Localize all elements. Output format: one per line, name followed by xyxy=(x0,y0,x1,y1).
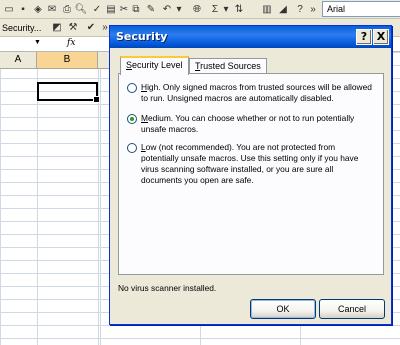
undo-icon[interactable]: ↶ xyxy=(160,2,174,17)
help-icon[interactable]: ? xyxy=(293,2,307,17)
security-toolbar-button[interactable]: Security... xyxy=(0,20,41,36)
hyperlink-icon[interactable]: 🌐︎ xyxy=(190,2,204,17)
research-icon[interactable]: ▤ xyxy=(104,2,118,17)
font-name-box[interactable]: Arial xyxy=(322,1,400,17)
chart-wizard-icon[interactable]: ▥ xyxy=(260,2,274,17)
undo-dropdown-icon[interactable]: ▾ xyxy=(174,2,184,17)
insert-function-icon[interactable]: fx xyxy=(67,38,75,48)
virus-scanner-status: No virus scanner installed. xyxy=(118,283,217,293)
name-box-dropdown-icon[interactable]: ▼ xyxy=(34,39,41,46)
autosum-dropdown-icon[interactable]: ▾ xyxy=(222,2,230,17)
print-preview-icon[interactable]: 🔍︎ xyxy=(74,2,88,17)
radio-high[interactable] xyxy=(127,83,137,93)
dialog-titlebar[interactable]: Security ? X xyxy=(110,26,391,48)
active-cell-b2[interactable] xyxy=(37,82,100,103)
standard-toolbar: ▭ ▪ ◈ ✉ ⎙ 🔍︎ ✓ ▤ ✂ ⧉ ✎ ↶ ▾ 🌐︎ Σ ▾ ⇅ ▥ ◢ … xyxy=(0,0,400,19)
tab-trusted-sources[interactable]: Trusted Sources xyxy=(189,58,267,74)
security-level-panel: High. Only signed macros from trusted so… xyxy=(118,73,384,275)
security-dialog: Security ? X Security Level Trusted Sour… xyxy=(109,25,392,325)
drawing-icon[interactable]: ◢ xyxy=(276,2,290,17)
radio-medium[interactable] xyxy=(127,114,137,124)
spelling-icon[interactable]: ✓ xyxy=(90,2,104,17)
toolbar-options-icon[interactable]: » xyxy=(308,2,318,17)
format-painter-icon[interactable]: ✎ xyxy=(144,2,158,17)
open-icon[interactable]: ▭ xyxy=(2,2,16,17)
cancel-button[interactable]: Cancel xyxy=(319,299,385,319)
toolbar-options-icon-2[interactable]: » xyxy=(101,20,109,35)
cut-icon[interactable]: ✂ xyxy=(118,2,130,17)
option-high-label: High. Only signed macros from trusted so… xyxy=(141,82,372,103)
dialog-title: Security xyxy=(116,30,168,43)
tab-security-level[interactable]: Security Level xyxy=(120,56,189,75)
copy-icon[interactable]: ⧉ xyxy=(130,2,142,17)
option-medium-label: Medium. You can choose whether or not to… xyxy=(141,113,355,134)
radio-low[interactable] xyxy=(127,143,137,153)
design-mode-icon[interactable]: ◩ xyxy=(50,20,64,35)
close-button[interactable]: X xyxy=(373,29,389,45)
help-button[interactable]: ? xyxy=(356,29,372,45)
tools-icon[interactable]: ⚒ xyxy=(66,20,80,35)
autosum-icon[interactable]: Σ xyxy=(208,2,222,17)
script-editor-icon[interactable]: ✔ xyxy=(84,20,98,35)
option-low-label: Low (not recommended). You are not prote… xyxy=(141,142,359,185)
ok-button[interactable]: OK xyxy=(250,299,316,319)
save-icon[interactable]: ▪ xyxy=(16,2,30,17)
print-icon[interactable]: ⎙ xyxy=(60,2,74,17)
column-header-a[interactable]: A xyxy=(0,52,37,69)
mail-icon[interactable]: ✉ xyxy=(45,2,59,17)
sort-icon[interactable]: ⇅ xyxy=(232,2,246,17)
column-header-b[interactable]: B xyxy=(37,52,98,69)
permission-icon[interactable]: ◈ xyxy=(32,2,44,17)
